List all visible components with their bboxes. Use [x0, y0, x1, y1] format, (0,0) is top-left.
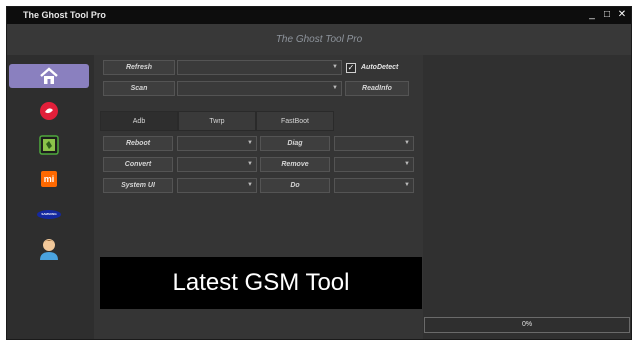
- port-select[interactable]: ▼: [177, 81, 342, 96]
- chevron-down-icon: ▼: [332, 85, 338, 91]
- progress-bar: 0%: [424, 317, 630, 333]
- chevron-down-icon: ▼: [247, 182, 253, 188]
- samsung-logo-text: SAMSUNG: [41, 211, 57, 216]
- readinfo-button[interactable]: ReadInfo: [345, 81, 409, 96]
- sidebar-item-xiaomi[interactable]: mi: [9, 167, 89, 191]
- reboot-select[interactable]: ▼: [177, 136, 257, 151]
- autodetect-label: AutoDetect: [361, 64, 399, 71]
- title-bar: The Ghost Tool Pro _ □ ✕: [7, 7, 631, 24]
- chevron-down-icon: ▼: [247, 161, 253, 167]
- systemui-select[interactable]: ▼: [177, 178, 257, 193]
- convert-button[interactable]: Convert: [103, 157, 173, 172]
- chevron-down-icon: ▼: [404, 161, 410, 167]
- samsung-icon: SAMSUNG: [37, 209, 61, 219]
- sidebar-item-qualcomm[interactable]: [9, 99, 89, 123]
- sidebar: mi SAMSUNG: [7, 55, 94, 339]
- home-icon: [40, 67, 58, 84]
- progress-label: 0%: [521, 321, 533, 328]
- remove-button[interactable]: Remove: [260, 157, 330, 172]
- tab-twrp[interactable]: Twrp: [178, 111, 256, 131]
- sidebar-item-mediatek[interactable]: [9, 133, 89, 157]
- promo-banner: Latest GSM Tool: [100, 257, 422, 309]
- maximize-button[interactable]: □: [600, 8, 614, 22]
- refresh-button[interactable]: Refresh: [103, 60, 175, 75]
- diag-button[interactable]: Diag: [260, 136, 330, 151]
- chevron-down-icon: ▼: [404, 140, 410, 146]
- chevron-down-icon: ▼: [247, 140, 253, 146]
- diag-select[interactable]: ▼: [334, 136, 414, 151]
- remove-select[interactable]: ▼: [334, 157, 414, 172]
- tab-adb[interactable]: Adb: [100, 111, 178, 131]
- log-panel: [423, 55, 631, 339]
- convert-select[interactable]: ▼: [177, 157, 257, 172]
- app-window: The Ghost Tool Pro _ □ ✕ The Ghost Tool …: [6, 6, 632, 340]
- close-button[interactable]: ✕: [615, 8, 629, 22]
- sidebar-item-samsung[interactable]: SAMSUNG: [9, 202, 89, 226]
- do-select[interactable]: ▼: [334, 178, 414, 193]
- minimize-button[interactable]: _: [585, 8, 599, 22]
- qualcomm-icon: [40, 102, 58, 120]
- scan-button[interactable]: Scan: [103, 81, 175, 96]
- autodetect-checkbox[interactable]: ✓: [346, 63, 356, 73]
- app-header: The Ghost Tool Pro: [7, 24, 631, 55]
- chip-icon: [39, 135, 59, 155]
- xiaomi-logo-text: mi: [43, 174, 55, 184]
- window-title: The Ghost Tool Pro: [23, 10, 106, 20]
- chevron-down-icon: ▼: [404, 182, 410, 188]
- reboot-button[interactable]: Reboot: [103, 136, 173, 151]
- systemui-button[interactable]: System UI: [103, 178, 173, 193]
- tab-fastboot[interactable]: FastBoot: [256, 111, 334, 131]
- do-button[interactable]: Do: [260, 178, 330, 193]
- xiaomi-icon: mi: [41, 171, 57, 187]
- device-select[interactable]: ▼: [177, 60, 342, 75]
- sidebar-item-user[interactable]: [9, 237, 89, 261]
- sidebar-item-home[interactable]: [9, 64, 89, 88]
- chevron-down-icon: ▼: [332, 64, 338, 70]
- app-header-title: The Ghost Tool Pro: [275, 34, 363, 45]
- user-icon: [40, 239, 58, 260]
